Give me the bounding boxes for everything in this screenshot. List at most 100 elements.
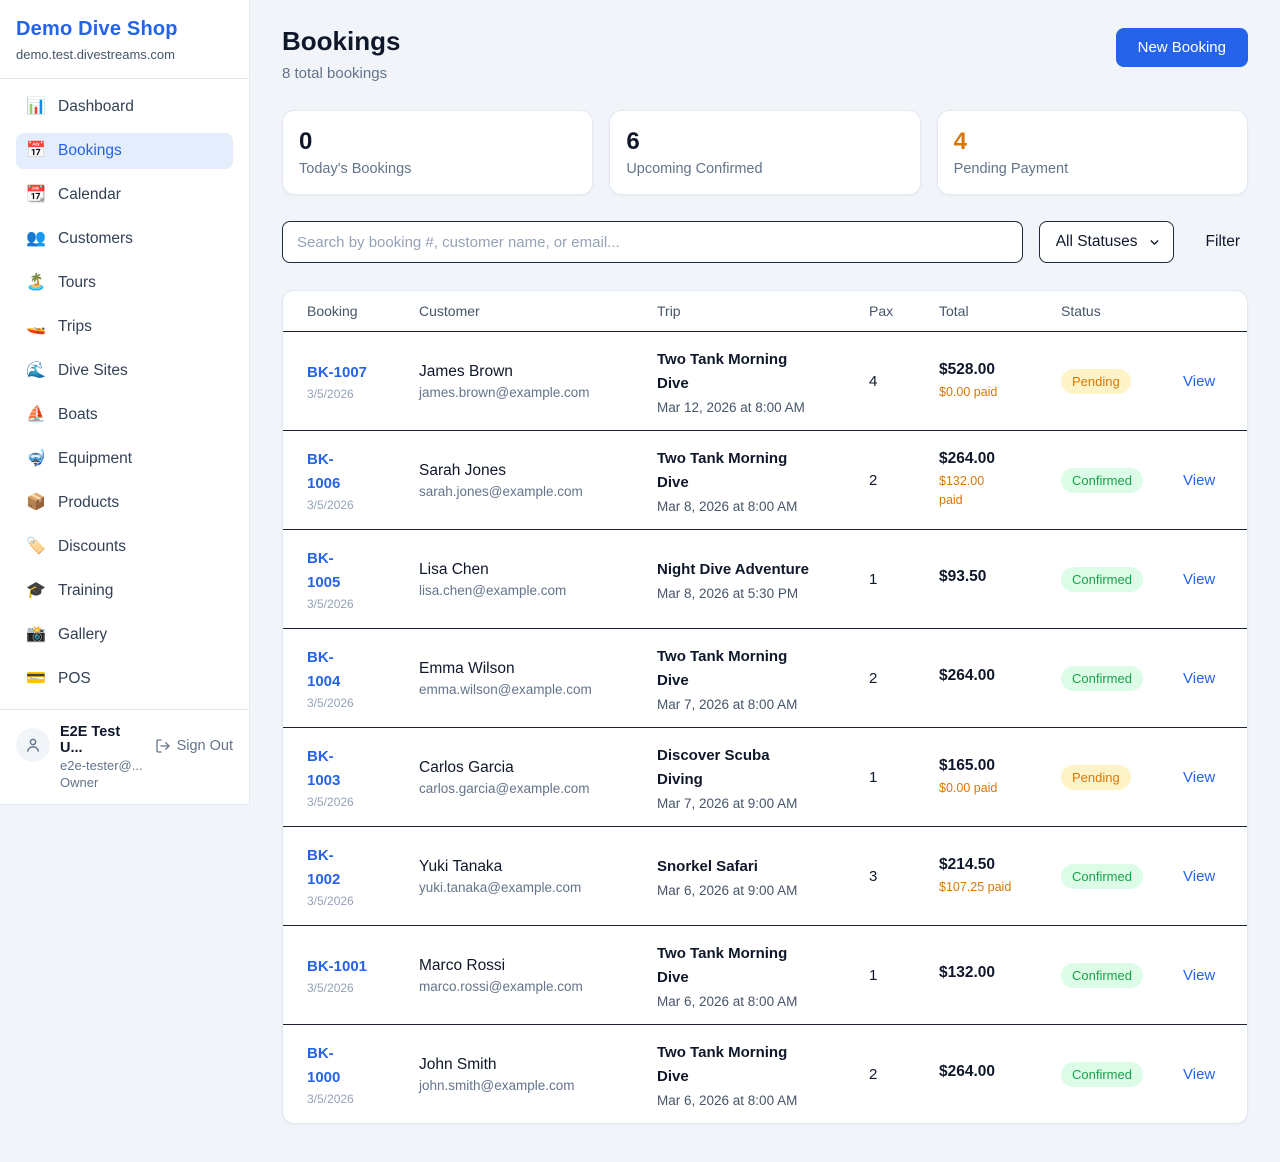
- status-badge: Pending: [1061, 369, 1131, 394]
- sidebar-item-customers[interactable]: 👥 Customers: [16, 221, 233, 257]
- page-title: Bookings: [282, 26, 400, 57]
- customer-name: Yuki Tanaka: [419, 858, 645, 876]
- sidebar-item-dive-sites[interactable]: 🌊 Dive Sites: [16, 353, 233, 389]
- pax-count: 2: [869, 670, 939, 687]
- status-filter-value: All Statuses: [1056, 233, 1138, 251]
- trip-name: Two Tank Morning Dive: [657, 348, 857, 396]
- booking-id-link[interactable]: BK- 1004: [307, 649, 340, 689]
- view-link[interactable]: View: [1183, 967, 1215, 984]
- sidebar-item-boats[interactable]: ⛵ Boats: [16, 397, 233, 433]
- sidebar-item-gallery[interactable]: 📸 Gallery: [16, 617, 233, 653]
- search-input[interactable]: [282, 221, 1023, 263]
- new-booking-button[interactable]: New Booking: [1116, 28, 1248, 67]
- filter-button[interactable]: Filter: [1206, 233, 1240, 251]
- total-amount: $165.00: [939, 757, 1049, 775]
- table-row: BK-1007 3/5/2026 James Brown james.brown…: [283, 331, 1247, 430]
- main-content: Bookings 8 total bookings New Booking 0 …: [250, 0, 1280, 1156]
- view-link[interactable]: View: [1183, 472, 1215, 489]
- column-header-booking: Booking: [307, 303, 419, 319]
- customer-name: Marco Rossi: [419, 957, 645, 975]
- column-header-status: Status: [1061, 303, 1183, 319]
- stat-card: 6 Upcoming Confirmed: [609, 110, 920, 195]
- paid-amount: $107.25 paid: [939, 878, 1049, 897]
- customer-email: carlos.garcia@example.com: [419, 781, 645, 796]
- stat-label: Upcoming Confirmed: [626, 161, 903, 177]
- customer-email: sarah.jones@example.com: [419, 484, 645, 499]
- bookings-table: Booking Customer Trip Pax Total Status B…: [282, 290, 1248, 1124]
- booking-id-link[interactable]: BK- 1000: [307, 1045, 340, 1085]
- trip-date: Mar 8, 2026 at 5:30 PM: [657, 586, 857, 601]
- trip-name: Discover Scuba Diving: [657, 744, 857, 792]
- customer-name: John Smith: [419, 1056, 645, 1074]
- pax-count: 4: [869, 373, 939, 390]
- sign-out-label: Sign Out: [177, 738, 233, 754]
- customer-name: Emma Wilson: [419, 660, 645, 678]
- sailboat-icon: ⛵: [26, 407, 46, 423]
- sign-out-button[interactable]: Sign Out: [155, 738, 233, 754]
- table-row: BK-1001 3/5/2026 Marco Rossi marco.rossi…: [283, 925, 1247, 1024]
- booking-id-link[interactable]: BK- 1003: [307, 748, 340, 788]
- pax-count: 1: [869, 769, 939, 786]
- tag-icon: 🏷️: [26, 539, 46, 555]
- booking-id-link[interactable]: BK- 1002: [307, 847, 340, 887]
- people-icon: 👥: [26, 231, 46, 247]
- customer-name: Lisa Chen: [419, 561, 645, 579]
- sidebar-nav: 📊 Dashboard 📅 Bookings 📆 Calendar 👥 Cust…: [0, 79, 249, 709]
- customer-name: Sarah Jones: [419, 462, 645, 480]
- customer-email: lisa.chen@example.com: [419, 583, 645, 598]
- island-icon: 🏝️: [26, 275, 46, 291]
- customer-email: marco.rossi@example.com: [419, 979, 645, 994]
- sidebar-item-discounts[interactable]: 🏷️ Discounts: [16, 529, 233, 565]
- paid-amount: $132.00 paid: [939, 472, 1049, 510]
- chevron-down-icon: [1148, 236, 1161, 249]
- booking-date: 3/5/2026: [307, 597, 407, 611]
- trip-date: Mar 12, 2026 at 8:00 AM: [657, 400, 857, 415]
- status-badge: Confirmed: [1061, 864, 1143, 889]
- speedboat-icon: 🚤: [26, 319, 46, 335]
- sidebar-item-bookings[interactable]: 📅 Bookings: [16, 133, 233, 169]
- pax-count: 2: [869, 472, 939, 489]
- user-meta: E2E Test U... e2e-tester@... Owner: [60, 724, 145, 790]
- view-link[interactable]: View: [1183, 868, 1215, 885]
- status-filter-select[interactable]: All Statuses: [1039, 221, 1174, 263]
- total-amount: $528.00: [939, 361, 1049, 379]
- controls-row: All Statuses Filter: [282, 221, 1248, 263]
- sidebar-item-calendar[interactable]: 📆 Calendar: [16, 177, 233, 213]
- tear-off-calendar-icon: 📆: [26, 187, 46, 203]
- sidebar-item-dashboard[interactable]: 📊 Dashboard: [16, 89, 233, 125]
- view-link[interactable]: View: [1183, 571, 1215, 588]
- booking-id-link[interactable]: BK- 1005: [307, 550, 340, 590]
- sidebar: Demo Dive Shop demo.test.divestreams.com…: [0, 0, 250, 805]
- customer-name: James Brown: [419, 363, 645, 381]
- view-link[interactable]: View: [1183, 373, 1215, 390]
- column-header-trip: Trip: [657, 303, 869, 319]
- package-icon: 📦: [26, 495, 46, 511]
- booking-id-link[interactable]: BK- 1006: [307, 451, 340, 491]
- stat-label: Today's Bookings: [299, 161, 576, 177]
- booking-id-link[interactable]: BK-1001: [307, 958, 367, 975]
- table-row: BK- 1003 3/5/2026 Carlos Garcia carlos.g…: [283, 727, 1247, 826]
- view-link[interactable]: View: [1183, 769, 1215, 786]
- customer-email: yuki.tanaka@example.com: [419, 880, 645, 895]
- booking-date: 3/5/2026: [307, 696, 407, 710]
- pax-count: 2: [869, 1066, 939, 1083]
- sidebar-item-training[interactable]: 🎓 Training: [16, 573, 233, 609]
- view-link[interactable]: View: [1183, 1066, 1215, 1083]
- stat-value: 6: [626, 128, 903, 156]
- booking-id-link[interactable]: BK-1007: [307, 364, 367, 381]
- sidebar-item-trips[interactable]: 🚤 Trips: [16, 309, 233, 345]
- app: Demo Dive Shop demo.test.divestreams.com…: [0, 0, 1280, 1156]
- sidebar-item-products[interactable]: 📦 Products: [16, 485, 233, 521]
- sidebar-item-equipment[interactable]: 🤿 Equipment: [16, 441, 233, 477]
- pax-count: 1: [869, 967, 939, 984]
- pax-count: 1: [869, 571, 939, 588]
- stats-row: 0 Today's Bookings 6 Upcoming Confirmed …: [282, 110, 1248, 195]
- wave-icon: 🌊: [26, 363, 46, 379]
- stat-value: 4: [954, 128, 1231, 156]
- table-body: BK-1007 3/5/2026 James Brown james.brown…: [283, 331, 1247, 1123]
- sidebar-item-pos[interactable]: 💳 POS: [16, 661, 233, 697]
- view-link[interactable]: View: [1183, 670, 1215, 687]
- user-icon: [24, 736, 42, 754]
- trip-name: Night Dive Adventure: [657, 558, 857, 582]
- sidebar-item-tours[interactable]: 🏝️ Tours: [16, 265, 233, 301]
